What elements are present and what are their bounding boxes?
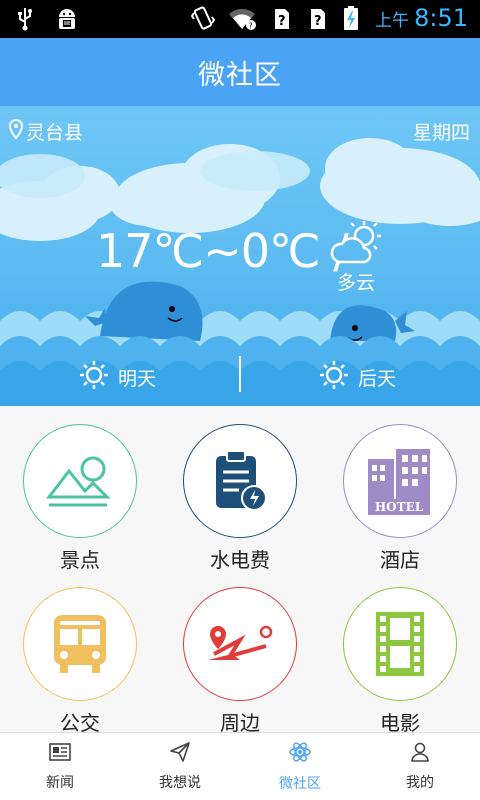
paper-plane-icon bbox=[169, 741, 191, 766]
svg-text:?: ? bbox=[278, 14, 286, 29]
vibrate-icon bbox=[190, 5, 216, 31]
grid-item-scenic[interactable]: 景点 bbox=[0, 406, 160, 572]
service-grid: 景点 水电费 HOTEL 酒店 公交 周边 电影 bbox=[0, 406, 480, 735]
tab-news-label: 新闻 bbox=[46, 774, 74, 791]
page-title: 微社区 bbox=[198, 59, 282, 91]
weekday-label: 星期四 bbox=[412, 122, 470, 144]
svg-text:?: ? bbox=[314, 14, 322, 29]
forecast-day-after[interactable]: 后天 bbox=[318, 359, 396, 396]
wifi-icon: ? bbox=[227, 5, 257, 31]
film-icon bbox=[343, 587, 457, 701]
forecast-tomorrow[interactable]: 明天 bbox=[78, 359, 156, 396]
map-route-icon bbox=[183, 587, 297, 701]
news-icon bbox=[49, 742, 71, 766]
tab-mine-label: 我的 bbox=[406, 774, 434, 791]
tab-speak[interactable]: 我想说 bbox=[120, 733, 240, 800]
bottom-tab-bar: 新闻 我想说 微社区 我的 bbox=[0, 732, 480, 800]
utility-bill-icon bbox=[183, 424, 297, 538]
tab-news[interactable]: 新闻 bbox=[0, 733, 120, 800]
hotel-icon: HOTEL bbox=[343, 424, 457, 538]
forecast-tomorrow-label: 明天 bbox=[118, 368, 157, 390]
tab-community[interactable]: 微社区 bbox=[240, 733, 360, 800]
grid-item-utilities[interactable]: 水电费 bbox=[160, 406, 320, 572]
bus-icon bbox=[23, 587, 137, 701]
location-pin-icon bbox=[8, 118, 24, 144]
android-debug-icon bbox=[54, 6, 76, 32]
grid-item-hotel[interactable]: HOTEL 酒店 bbox=[320, 406, 480, 572]
weather-panel[interactable]: 灵台县 星期四 17℃~0℃ / 多云 明天 后天 bbox=[0, 106, 480, 406]
grid-item-bus[interactable]: 公交 bbox=[0, 569, 160, 735]
svg-text:?: ? bbox=[249, 22, 253, 31]
tab-community-label: 微社区 bbox=[279, 775, 321, 792]
user-icon bbox=[410, 742, 430, 766]
status-ampm: 上午 bbox=[375, 11, 409, 31]
signal-sim1-icon: ? bbox=[271, 5, 293, 31]
sun-icon bbox=[318, 359, 350, 396]
location-name: 灵台县 bbox=[26, 122, 84, 144]
status-time: 8:51 bbox=[414, 4, 468, 32]
grid-item-movie[interactable]: 电影 bbox=[320, 569, 480, 735]
tab-speak-label: 我想说 bbox=[159, 774, 201, 791]
hotel-sign-text: HOTEL bbox=[375, 500, 424, 514]
forecast-divider bbox=[239, 356, 241, 392]
temperature-range: 17℃~0℃ / bbox=[96, 224, 349, 278]
weather-condition: 多云 bbox=[337, 272, 376, 294]
tab-mine[interactable]: 我的 bbox=[360, 733, 480, 800]
app-header: 微社区 bbox=[0, 38, 480, 106]
battery-charging-icon bbox=[343, 5, 359, 31]
location-label[interactable]: 灵台县 bbox=[8, 118, 83, 145]
sun-icon bbox=[78, 359, 110, 396]
mountain-icon bbox=[23, 424, 137, 538]
signal-sim2-icon: ? bbox=[307, 5, 329, 31]
grid-item-nearby[interactable]: 周边 bbox=[160, 569, 320, 735]
status-bar: ? ? ? 上午 8:51 bbox=[0, 0, 480, 38]
partly-cloudy-icon bbox=[330, 218, 386, 272]
atom-icon bbox=[288, 741, 312, 767]
usb-icon bbox=[14, 6, 36, 32]
forecast-day-after-label: 后天 bbox=[358, 368, 397, 390]
